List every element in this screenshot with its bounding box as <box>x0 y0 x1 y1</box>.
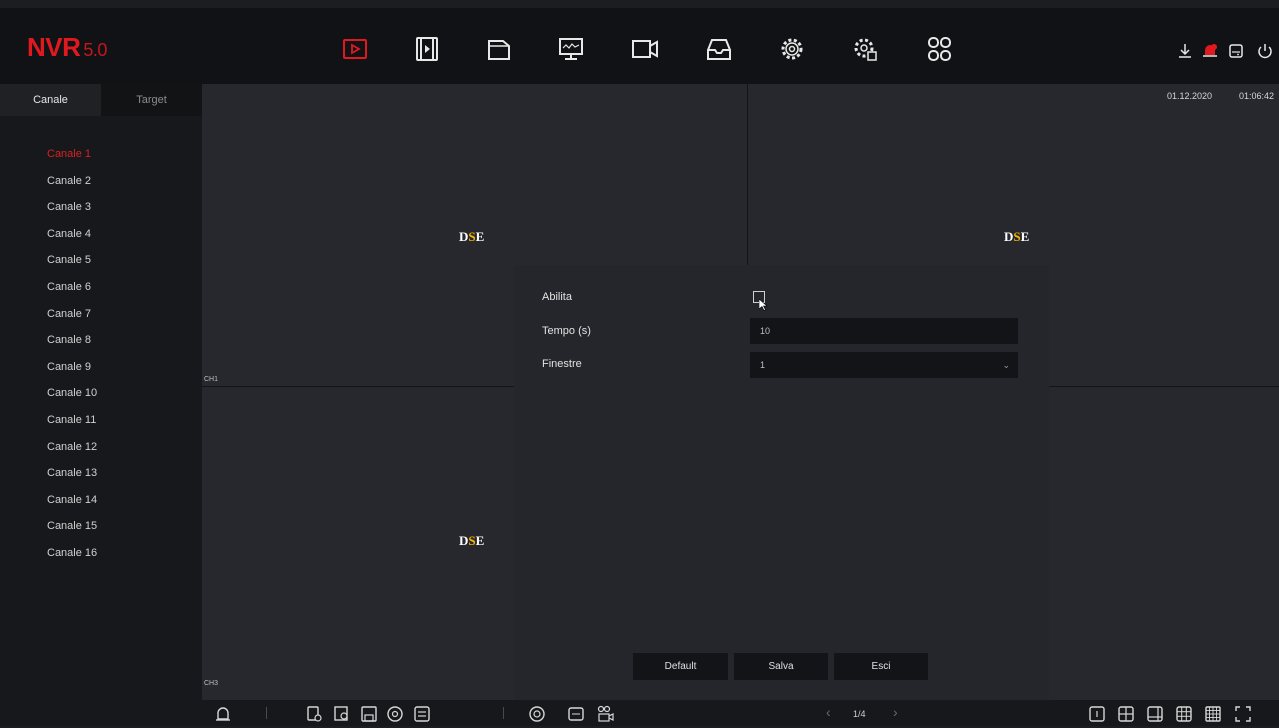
channel-item-15[interactable]: Canale 15 <box>47 518 97 545</box>
wm-d: D <box>459 229 469 244</box>
prev-page-icon[interactable]: ‹ <box>826 704 831 720</box>
watermark-logo: DSE <box>1004 229 1029 245</box>
layout-6-icon[interactable] <box>1146 705 1164 723</box>
windows-select-value: 1 <box>760 360 766 370</box>
camera-icon[interactable] <box>630 34 660 64</box>
app-name: NVR <box>27 32 81 62</box>
save-record-icon[interactable] <box>360 705 378 723</box>
channel-item-5[interactable]: Canale 5 <box>47 252 97 279</box>
watermark-logo: DSE <box>459 533 484 549</box>
wm-s: S <box>468 533 476 548</box>
channel-item-11[interactable]: Canale 11 <box>47 412 97 439</box>
advanced-settings-icon[interactable] <box>851 34 881 64</box>
playback-icon[interactable] <box>340 34 370 64</box>
channel-item-3[interactable]: Canale 3 <box>47 199 97 226</box>
channel-label-ch3: CH3 <box>204 680 219 687</box>
layout-9-icon[interactable] <box>1175 705 1193 723</box>
enable-label: Abilita <box>542 291 572 303</box>
watermark-logo: DSE <box>459 229 484 245</box>
add-camera-icon[interactable] <box>305 705 323 723</box>
default-button[interactable]: Default <box>633 653 728 680</box>
channel-item-13[interactable]: Canale 13 <box>47 465 97 492</box>
channel-item-14[interactable]: Canale 14 <box>47 492 97 519</box>
channel-list: Canale 1 Canale 2 Canale 3 Canale 4 Cana… <box>47 146 97 572</box>
channel-item-4[interactable]: Canale 4 <box>47 226 97 253</box>
disk-icon[interactable] <box>1226 41 1246 61</box>
layout-1-icon[interactable] <box>1088 705 1106 723</box>
page-indicator: 1/4 <box>853 709 866 719</box>
layout-4-icon[interactable] <box>1117 705 1135 723</box>
channel-item-10[interactable]: Canale 10 <box>47 385 97 412</box>
channel-item-16[interactable]: Canale 16 <box>47 545 97 572</box>
backup-icon[interactable] <box>704 34 734 64</box>
video-clip-icon[interactable] <box>412 34 442 64</box>
settings-icon[interactable] <box>777 34 807 64</box>
tab-target[interactable]: Target <box>101 84 202 116</box>
channel-item-9[interactable]: Canale 9 <box>47 359 97 386</box>
wm-e: E <box>1020 229 1030 244</box>
file-manager-icon[interactable] <box>484 34 514 64</box>
sequence-settings-dialog: Abilita Tempo (s) 10 Finestre 1 ⌄ <box>514 265 1049 700</box>
channel-label-ch1: CH1 <box>204 376 219 383</box>
power-icon[interactable] <box>1255 41 1275 61</box>
fullscreen-icon[interactable] <box>1234 705 1252 723</box>
osd-off-icon[interactable] <box>567 705 585 723</box>
apps-icon[interactable] <box>924 34 954 64</box>
windows-select[interactable]: 1 ⌄ <box>750 352 1018 378</box>
toolbar-separator <box>266 707 267 719</box>
alarm-notification-icon[interactable] <box>1200 41 1220 61</box>
save-button[interactable]: Salva <box>734 653 828 680</box>
app-logo: NVR 5.0 <box>27 32 107 63</box>
wm-s: S <box>468 229 476 244</box>
top-bar: NVR 5.0 <box>0 8 1279 84</box>
exit-button[interactable]: Esci <box>834 653 928 680</box>
wm-e: E <box>475 229 485 244</box>
time-input[interactable]: 10 <box>750 318 1018 344</box>
wm-e: E <box>475 533 485 548</box>
windows-label: Finestre <box>542 358 582 370</box>
tab-canale[interactable]: Canale <box>0 84 101 116</box>
monitor-icon[interactable] <box>556 34 586 64</box>
camera-group-icon[interactable] <box>597 705 615 723</box>
wm-d: D <box>459 533 469 548</box>
next-page-icon[interactable]: › <box>893 704 898 720</box>
channel-item-8[interactable]: Canale 8 <box>47 332 97 359</box>
channel-sidebar: Canale Target Canale 1 Canale 2 Canale 3… <box>0 84 202 700</box>
alarm-icon[interactable] <box>214 705 232 723</box>
network-icon[interactable] <box>386 705 404 723</box>
download-icon[interactable] <box>1175 41 1195 61</box>
time-label: Tempo (s) <box>542 325 591 337</box>
channel-item-2[interactable]: Canale 2 <box>47 173 97 200</box>
log-icon[interactable] <box>413 705 431 723</box>
sequence-icon[interactable] <box>528 705 546 723</box>
osd-time: 01:06:42 <box>1239 91 1275 101</box>
app-version: 5.0 <box>83 40 107 60</box>
channel-item-12[interactable]: Canale 12 <box>47 439 97 466</box>
mouse-cursor-icon <box>758 298 768 316</box>
wm-d: D <box>1004 229 1014 244</box>
channel-item-6[interactable]: Canale 6 <box>47 279 97 306</box>
toolbar-separator <box>503 707 504 719</box>
layout-16-icon[interactable] <box>1204 705 1222 723</box>
osd-date: 01.12.2020 <box>1167 91 1213 101</box>
search-record-icon[interactable] <box>333 705 351 723</box>
wm-s: S <box>1013 229 1021 244</box>
channel-item-7[interactable]: Canale 7 <box>47 306 97 333</box>
chevron-down-icon: ⌄ <box>1002 360 1010 370</box>
channel-item-1[interactable]: Canale 1 <box>47 146 97 173</box>
bottom-toolbar: ‹ 1/4 › <box>0 700 1279 726</box>
